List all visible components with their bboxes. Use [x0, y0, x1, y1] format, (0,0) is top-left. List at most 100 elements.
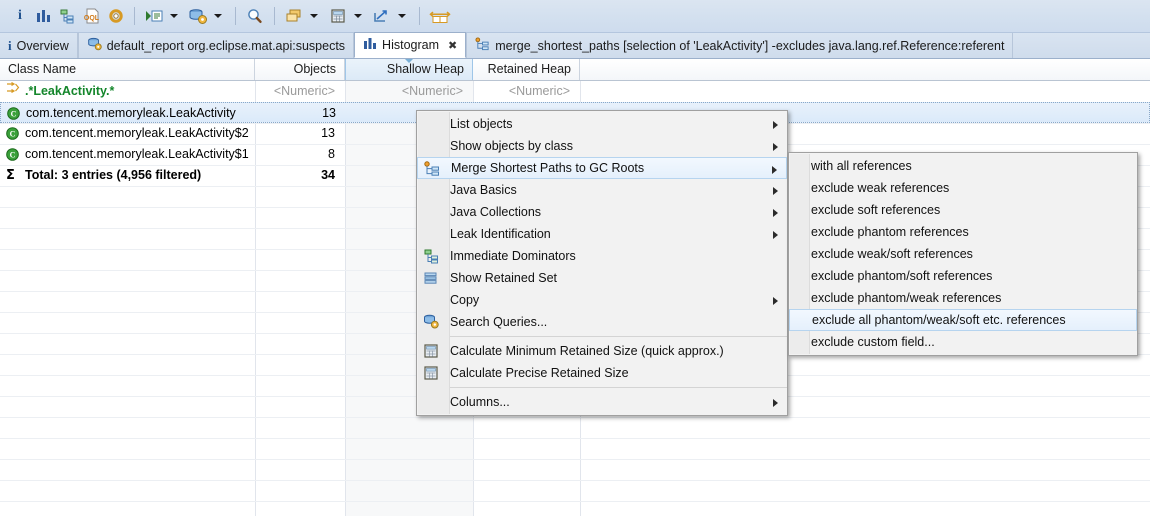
- export-icon[interactable]: [369, 3, 395, 29]
- row-objects-cell[interactable]: 13: [256, 103, 346, 124]
- column-header-objects[interactable]: Objects: [255, 59, 345, 80]
- submenu-item-exclude-weak-references[interactable]: exclude weak references: [789, 177, 1137, 199]
- row-objects-cell[interactable]: 8: [255, 144, 345, 165]
- menu-item-search-queries[interactable]: Search Queries...: [417, 311, 787, 333]
- grid-line: [0, 417, 1150, 418]
- submenu-arrow-icon: [773, 231, 778, 239]
- overview-info-icon[interactable]: i: [8, 3, 32, 29]
- tab-label: Histogram: [382, 38, 440, 52]
- menu-item-list-objects[interactable]: List objects: [417, 113, 787, 135]
- filter-class-name-cell[interactable]: .*LeakActivity.*: [0, 81, 255, 102]
- row-class-name-cell[interactable]: Ccom.tencent.memoryleak.LeakActivity$1: [0, 144, 255, 165]
- menu-item-java-collections[interactable]: Java Collections: [417, 201, 787, 223]
- menu-item-merge-shortest-paths-to-gc-roots[interactable]: Merge Shortest Paths to GC Roots: [417, 157, 787, 179]
- row-class-name-cell[interactable]: Ccom.tencent.memoryleak.LeakActivity: [1, 103, 256, 124]
- export-dropdown-icon[interactable]: [398, 14, 406, 18]
- class-icon: C: [7, 107, 21, 120]
- svg-text:C: C: [10, 151, 16, 160]
- compare-icon[interactable]: [426, 3, 454, 29]
- menu-item-java-basics[interactable]: Java Basics: [417, 179, 787, 201]
- filter-shallow-heap-cell[interactable]: <Numeric>: [345, 81, 473, 102]
- submenu-item-label: exclude soft references: [811, 203, 941, 217]
- retained-set-icon: [423, 270, 439, 286]
- submenu-item-label: exclude all phantom/weak/soft etc. refer…: [812, 313, 1066, 327]
- submenu-item-exclude-custom-field[interactable]: exclude custom field...: [789, 331, 1137, 353]
- submenu-arrow-icon: [773, 187, 778, 195]
- merge-shortest-paths-submenu[interactable]: with all references exclude weak referenc…: [788, 152, 1138, 356]
- toolbar-separator: [134, 7, 135, 25]
- menu-item-leak-identification[interactable]: Leak Identification: [417, 223, 787, 245]
- close-icon[interactable]: ✖: [448, 39, 457, 52]
- menu-item-label: Leak Identification: [450, 227, 551, 241]
- svg-text:C: C: [11, 110, 17, 119]
- menu-item-label: Search Queries...: [450, 315, 548, 329]
- calculator-dropdown-icon[interactable]: [354, 14, 362, 18]
- menu-item-show-retained-set[interactable]: Show Retained Set: [417, 267, 787, 289]
- toolbar-separator: [235, 7, 236, 25]
- submenu-item-label: exclude custom field...: [811, 335, 935, 349]
- menu-separator: [450, 387, 787, 388]
- menu-item-copy[interactable]: Copy: [417, 289, 787, 311]
- report-icon: [87, 37, 102, 54]
- group-by-icon[interactable]: [281, 3, 307, 29]
- sort-ascending-icon: [405, 59, 413, 63]
- submenu-item-exclude-soft-references[interactable]: exclude soft references: [789, 199, 1137, 221]
- info-icon: i: [8, 37, 12, 53]
- filter-retained-heap-cell[interactable]: <Numeric>: [473, 81, 580, 102]
- column-header-class-name[interactable]: Class Name: [0, 59, 255, 80]
- menu-item-label: Java Collections: [450, 205, 542, 219]
- class-icon: C: [6, 148, 20, 161]
- dominator-tree-icon[interactable]: [56, 3, 80, 29]
- run-expert-system-icon[interactable]: [141, 3, 167, 29]
- submenu-item-exclude-phantom-soft-references[interactable]: exclude phantom/soft references: [789, 265, 1137, 287]
- calculator-icon[interactable]: [325, 3, 351, 29]
- menu-item-calculate-precise-retained-size[interactable]: Calculate Precise Retained Size: [417, 362, 787, 384]
- menu-item-label: Calculate Minimum Retained Size (quick a…: [450, 344, 724, 358]
- search-icon[interactable]: [242, 3, 268, 29]
- sum-icon: Σ: [6, 168, 15, 183]
- row-class-name-cell[interactable]: Σ Total: 3 entries (4,956 filtered): [0, 165, 255, 186]
- submenu-item-exclude-weak-soft-references[interactable]: exclude weak/soft references: [789, 243, 1137, 265]
- menu-item-immediate-dominators[interactable]: Immediate Dominators: [417, 245, 787, 267]
- submenu-item-exclude-phantom-weak-references[interactable]: exclude phantom/weak references: [789, 287, 1137, 309]
- grid-line: [0, 459, 1150, 460]
- filter-pattern-value: .*LeakActivity.*: [25, 84, 115, 98]
- column-header-shallow-heap[interactable]: Shallow Heap: [345, 59, 473, 80]
- column-header-retained-heap[interactable]: Retained Heap: [473, 59, 580, 80]
- tab-overview[interactable]: i Overview: [0, 33, 78, 58]
- tab-histogram[interactable]: Histogram ✖: [354, 32, 467, 58]
- menu-item-show-objects-by-class[interactable]: Show objects by class: [417, 135, 787, 157]
- dominators-icon: [423, 248, 439, 264]
- menu-item-label: Show Retained Set: [450, 271, 558, 285]
- group-by-dropdown-icon[interactable]: [310, 14, 318, 18]
- submenu-item-exclude-phantom-references[interactable]: exclude phantom references: [789, 221, 1137, 243]
- query-browser-gear-icon[interactable]: [104, 3, 128, 29]
- row-objects-cell[interactable]: 13: [255, 123, 345, 144]
- filter-objects-cell[interactable]: <Numeric>: [255, 81, 345, 102]
- svg-text:C: C: [10, 130, 16, 139]
- menu-item-columns[interactable]: Columns...: [417, 391, 787, 413]
- submenu-item-label: exclude weak/soft references: [811, 247, 973, 261]
- row-class-name-cell[interactable]: Ccom.tencent.memoryleak.LeakActivity$2: [0, 123, 255, 144]
- submenu-item-exclude-all-phantom-weak-soft-etc-references[interactable]: exclude all phantom/weak/soft etc. refer…: [789, 309, 1137, 331]
- run-expert-system-dropdown-icon[interactable]: [170, 14, 178, 18]
- oql-icon[interactable]: OQL: [80, 3, 104, 29]
- submenu-item-with-all-references[interactable]: with all references: [789, 155, 1137, 177]
- submenu-item-label: exclude phantom/weak references: [811, 291, 1002, 305]
- tab-label: Overview: [16, 38, 69, 53]
- tab-default-report[interactable]: default_report org.eclipse.mat.api:suspe…: [77, 33, 355, 58]
- menu-separator: [450, 336, 787, 337]
- eclipse-mat-window: i OQL i Overview default_report org.ecli…: [0, 0, 1150, 516]
- row-objects-cell[interactable]: 34: [255, 165, 345, 186]
- merge-paths-icon: [424, 161, 440, 177]
- table-filter-row[interactable]: .*LeakActivity.* <Numeric> <Numeric> <Nu…: [0, 81, 1150, 102]
- submenu-item-label: exclude phantom references: [811, 225, 969, 239]
- menu-item-calculate-minimum-retained-size-quick-approx[interactable]: Calculate Minimum Retained Size (quick a…: [417, 340, 787, 362]
- query-browser-dropdown-icon[interactable]: [214, 14, 222, 18]
- histogram-icon[interactable]: [32, 3, 56, 29]
- query-browser-icon[interactable]: [185, 3, 211, 29]
- context-menu[interactable]: List objects Show objects by class Merge S…: [416, 110, 788, 416]
- menu-item-label: Show objects by class: [450, 139, 573, 153]
- calculator-icon: [423, 343, 439, 359]
- tab-merge-shortest-paths[interactable]: merge_shortest_paths [selection of 'Leak…: [466, 33, 1014, 58]
